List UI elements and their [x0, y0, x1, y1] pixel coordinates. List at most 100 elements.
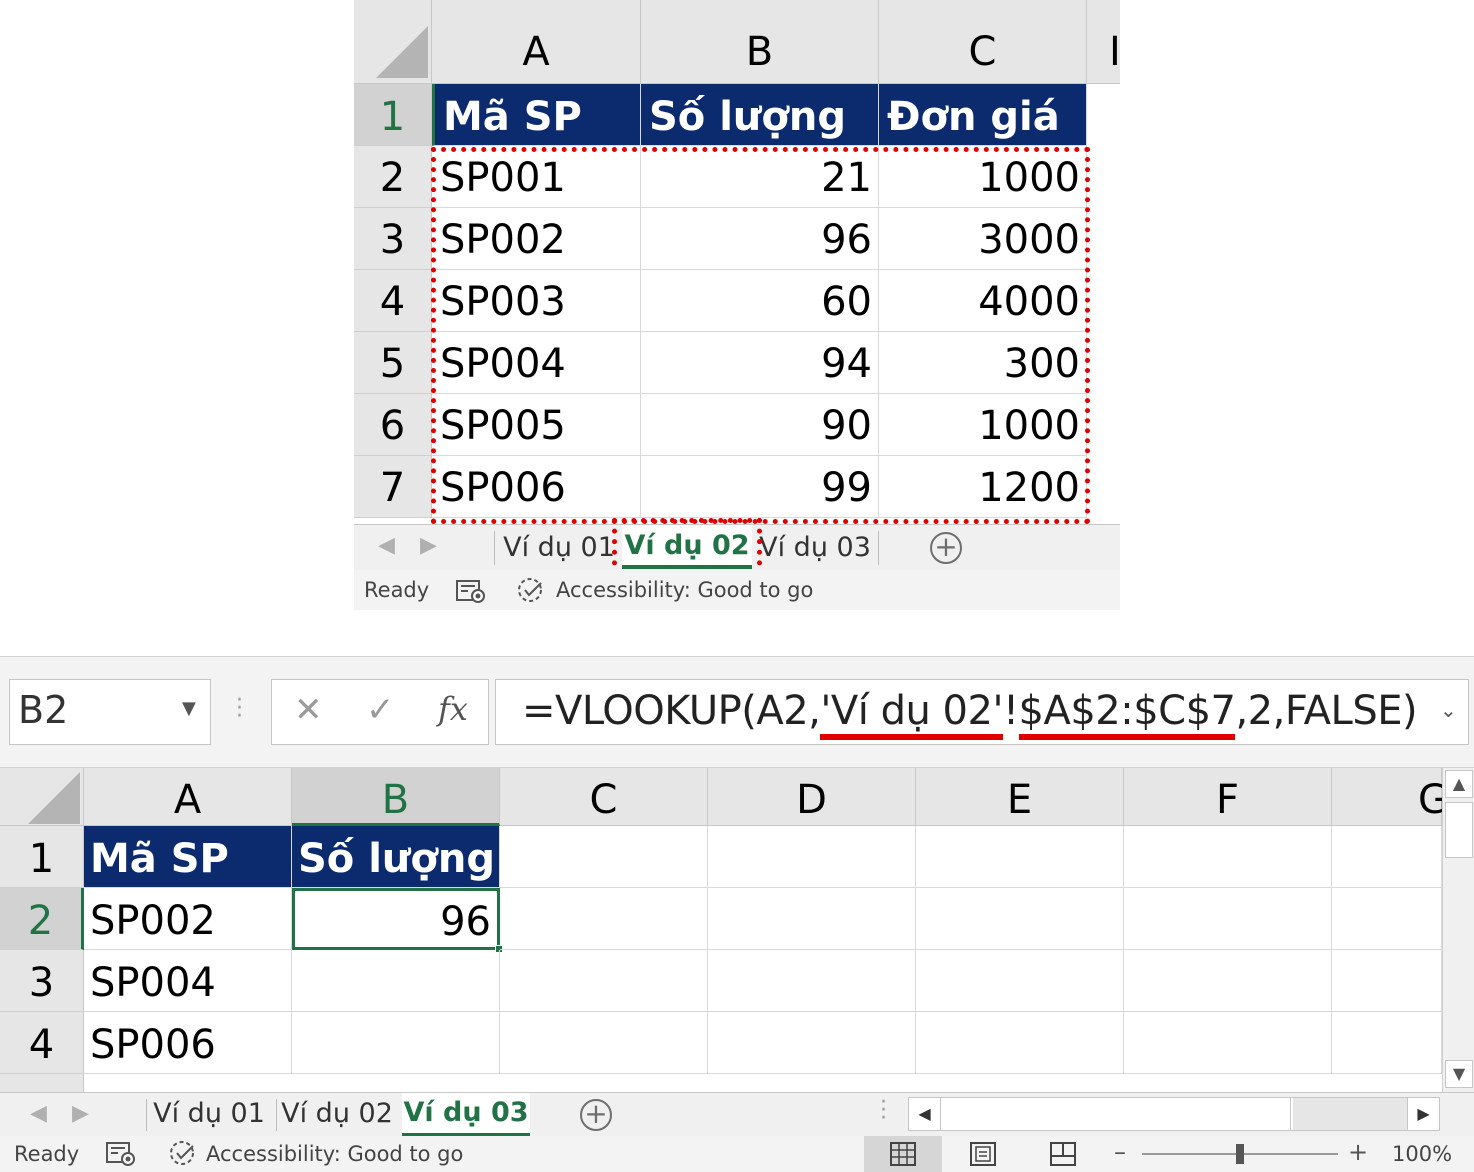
scroll-tabs-right-icon[interactable]: ▶ [420, 533, 437, 558]
cell-a2[interactable]: SP001 [432, 146, 641, 208]
row-header-1[interactable]: 1 [354, 84, 432, 146]
expand-formula-bar-icon[interactable]: ⌄ [1440, 698, 1457, 722]
col-header-c[interactable]: C [879, 0, 1087, 84]
tab-vi-du-01[interactable]: Ví dụ 01 [150, 1095, 268, 1135]
cell-g2[interactable] [1332, 888, 1442, 950]
cell-c1[interactable]: Đơn giá [879, 84, 1087, 146]
cell-c5[interactable]: 300 [879, 332, 1087, 394]
row-header-5[interactable]: 5 [354, 332, 432, 394]
cell-b3[interactable]: 96 [641, 208, 879, 270]
cell-a3[interactable]: SP002 [432, 208, 641, 270]
col-header-c[interactable]: C [500, 768, 708, 826]
cell-b7[interactable]: 99 [641, 456, 879, 518]
macro-record-icon[interactable] [106, 1140, 136, 1168]
horizontal-scroll-thumb[interactable] [943, 1098, 1291, 1130]
cell-b4[interactable]: 60 [641, 270, 879, 332]
vertical-scrollbar[interactable]: ▲ ▼ [1442, 768, 1474, 1092]
scroll-left-icon[interactable]: ◀ [909, 1098, 941, 1130]
col-header-b[interactable]: B [641, 0, 879, 84]
name-box[interactable]: B2 ▼ [9, 679, 211, 745]
row-header-6[interactable]: 6 [354, 394, 432, 456]
col-header-d[interactable]: I [1087, 0, 1120, 84]
cell-d4[interactable] [708, 1012, 916, 1074]
cell-a6[interactable]: SP005 [432, 394, 641, 456]
col-header-g[interactable]: G [1332, 768, 1449, 826]
row-header-3[interactable]: 3 [0, 950, 84, 1012]
normal-view-button[interactable] [864, 1136, 942, 1172]
cell-g3[interactable] [1332, 950, 1442, 1012]
zoom-in-icon[interactable]: + [1348, 1138, 1368, 1166]
accessibility-icon[interactable] [168, 1139, 202, 1169]
cell-e2[interactable] [916, 888, 1124, 950]
cell-b5[interactable]: 94 [641, 332, 879, 394]
cell-b1[interactable]: Số lượng [641, 84, 879, 146]
tab-vi-du-02[interactable]: Ví dụ 02 [622, 525, 752, 569]
cell-a1[interactable]: Mã SP [432, 84, 641, 146]
cell-g4[interactable] [1332, 1012, 1442, 1074]
cell-e3[interactable] [916, 950, 1124, 1012]
col-header-e[interactable]: E [916, 768, 1124, 826]
cell-b2[interactable]: 21 [641, 146, 879, 208]
cell-a4[interactable]: SP006 [84, 1012, 292, 1074]
cell-c4[interactable]: 4000 [879, 270, 1087, 332]
tab-vi-du-01[interactable]: Ví dụ 01 [500, 529, 618, 569]
select-all-corner[interactable] [0, 768, 84, 826]
row-header-4[interactable]: 4 [0, 1012, 84, 1074]
cell-f1[interactable] [1124, 826, 1332, 888]
col-header-a[interactable]: A [432, 0, 641, 84]
formula-bar-grip-icon[interactable]: · · · [236, 690, 243, 728]
tab-vi-du-02[interactable]: Ví dụ 02 [278, 1095, 396, 1135]
cell-d1[interactable] [708, 826, 916, 888]
cell-a7[interactable]: SP006 [432, 456, 641, 518]
cell-f3[interactable] [1124, 950, 1332, 1012]
cell-b3[interactable] [292, 950, 500, 1012]
zoom-out-icon[interactable]: – [1114, 1138, 1126, 1166]
cell-f2[interactable] [1124, 888, 1332, 950]
cancel-icon[interactable]: ✕ [294, 690, 323, 730]
col-header-b[interactable]: B [292, 768, 500, 826]
status-accessibility[interactable]: Accessibility: Good to go [206, 1142, 463, 1166]
enter-icon[interactable]: ✓ [366, 690, 395, 730]
cell-e1[interactable] [916, 826, 1124, 888]
tab-splitter-icon[interactable]: · · · [880, 1092, 887, 1130]
cell-f4[interactable] [1124, 1012, 1332, 1074]
macro-record-icon[interactable] [456, 578, 486, 604]
cell-c2[interactable] [500, 888, 708, 950]
page-layout-icon[interactable] [970, 1142, 996, 1166]
cell-b2-selected[interactable]: 96 [292, 888, 500, 950]
cell-c6[interactable]: 1000 [879, 394, 1087, 456]
scroll-tabs-left-icon[interactable]: ◀ [30, 1101, 47, 1126]
fx-icon[interactable]: fx [438, 690, 468, 728]
cell-e4[interactable] [916, 1012, 1124, 1074]
scroll-tabs-left-icon[interactable]: ◀ [378, 533, 395, 558]
cell-d2[interactable] [708, 888, 916, 950]
cell-a4[interactable]: SP003 [432, 270, 641, 332]
row-header-3[interactable]: 3 [354, 208, 432, 270]
cell-b4[interactable] [292, 1012, 500, 1074]
tab-vi-du-03[interactable]: Ví dụ 03 [402, 1093, 530, 1137]
cell-c3[interactable]: 3000 [879, 208, 1087, 270]
row-header-4[interactable]: 4 [354, 270, 432, 332]
vertical-scroll-thumb[interactable] [1445, 802, 1473, 858]
cell-a3[interactable]: SP004 [84, 950, 292, 1012]
cell-c3[interactable] [500, 950, 708, 1012]
scroll-down-icon[interactable]: ▼ [1445, 1060, 1473, 1088]
cell-d3[interactable] [708, 950, 916, 1012]
row-header-2[interactable]: 2 [0, 888, 84, 950]
scroll-tabs-right-icon[interactable]: ▶ [72, 1101, 89, 1126]
cell-b6[interactable]: 90 [641, 394, 879, 456]
scroll-right-icon[interactable]: ▶ [1407, 1098, 1439, 1130]
horizontal-scrollbar[interactable]: ◀ ▶ [908, 1097, 1440, 1131]
col-header-d[interactable]: D [708, 768, 916, 826]
name-box-dropdown-icon[interactable]: ▼ [182, 698, 196, 719]
page-break-icon[interactable] [1050, 1142, 1076, 1166]
tab-vi-du-03[interactable]: Ví dụ 03 [756, 529, 874, 569]
cell-c7[interactable]: 1200 [879, 456, 1087, 518]
accessibility-icon[interactable] [516, 576, 550, 606]
cell-b1[interactable]: Số lượng [292, 826, 500, 888]
row-header-2[interactable]: 2 [354, 146, 432, 208]
cell-a2[interactable]: SP002 [84, 888, 292, 950]
cell-g1[interactable] [1332, 826, 1442, 888]
row-header-5[interactable] [0, 1074, 84, 1094]
formula-input[interactable]: =VLOOKUP(A2,'Ví dụ 02'!$A$2:$C$7,2,FALSE… [495, 679, 1469, 745]
